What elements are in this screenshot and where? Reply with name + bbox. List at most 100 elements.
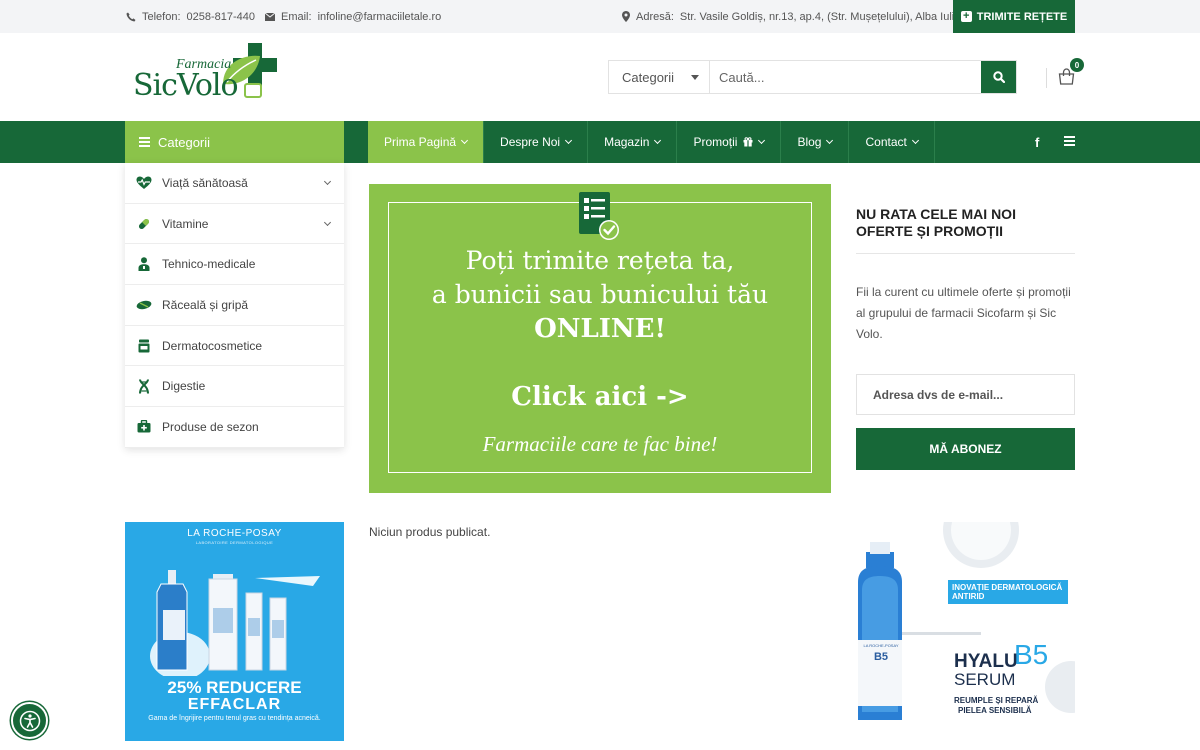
cart-button[interactable]: 0 — [1046, 58, 1086, 94]
innovation-tag-line-2: ANTIRID — [952, 592, 985, 601]
list-icon — [139, 137, 150, 147]
chevron-down-icon[interactable] — [323, 177, 332, 186]
main-navigation: Categorii Prima Pagină Despre Noi Magazi… — [0, 121, 1200, 163]
nav-item-contact[interactable]: Contact — [849, 121, 935, 163]
nav-item-home[interactable]: Prima Pagină — [368, 121, 485, 163]
nav-menu: Prima Pagină Despre Noi Magazin Promoții… — [368, 121, 935, 163]
address-label: Adresă: — [636, 10, 674, 23]
category-label: Viață sănătoasă — [162, 175, 248, 190]
newsletter-title: NU RATA CELE MAI NOI OFERTE ȘI PROMOȚII — [856, 206, 1016, 239]
chevron-down-icon — [758, 136, 766, 145]
category-item-cold-flu[interactable]: Răceală și gripă — [125, 285, 344, 326]
category-label: Digestie — [162, 379, 206, 394]
category-item-medical-technical[interactable]: Tehnico-medicale — [125, 244, 344, 286]
accessibility-icon — [19, 710, 40, 731]
accessibility-button[interactable] — [11, 702, 48, 739]
banner-line-3: ONLINE! — [534, 314, 666, 344]
chevron-down-icon — [654, 136, 662, 145]
nav-item-blog[interactable]: Blog — [781, 121, 850, 163]
newsletter-email-input[interactable] — [856, 374, 1075, 415]
banner-tagline: Farmaciile care te fac bine! — [482, 432, 718, 456]
search-category-select[interactable]: Categorii — [609, 61, 710, 93]
category-label: Vitamine — [162, 216, 209, 231]
category-label: Produse de sezon — [162, 419, 259, 434]
nav-item-about[interactable]: Despre Noi — [484, 121, 589, 163]
email-info[interactable]: Email: infoline@farmaciiletale.ro — [265, 0, 441, 33]
phone-icon — [126, 12, 136, 21]
chevron-down-icon — [461, 136, 469, 145]
search-input[interactable] — [710, 61, 981, 93]
chevron-down-icon — [565, 136, 573, 145]
banner-line-1: Poți trimite rețeta ta, — [465, 246, 735, 275]
doctor-icon — [136, 256, 152, 272]
plus-square-icon: + — [960, 11, 972, 22]
phone-info[interactable]: Telefon: 0258-817-440 — [126, 0, 255, 33]
pill-icon — [136, 216, 152, 232]
category-label: Răceală și gripă — [162, 297, 249, 312]
site-logo[interactable]: Farmacia SicVolo — [130, 40, 290, 110]
categories-toggle[interactable]: Categorii — [125, 121, 344, 163]
nav-item-promotions[interactable]: Promoții — [677, 121, 782, 163]
category-item-digestion[interactable]: Digestie — [125, 366, 344, 408]
prescription-document-icon — [579, 192, 619, 240]
dna-icon — [136, 378, 152, 394]
category-item-dermocosmetics[interactable]: Dermatocosmetice — [125, 326, 344, 367]
email-label: Email: — [281, 10, 312, 23]
products-empty-text: Niciun produs publicat. — [369, 525, 491, 539]
ad-brand: LA ROCHE-POSAY — [187, 528, 282, 539]
effaclar-promo-banner[interactable]: LA ROCHE-POSAY LABORATOIRE DERMATOLOGIQU… — [125, 522, 344, 741]
send-prescription-label: TRIMITE REȚETE — [976, 10, 1068, 23]
category-item-healthy-life[interactable]: Viață sănătoasă — [125, 163, 344, 204]
nav-item-label: Contact — [865, 135, 907, 149]
ad-brand-sub: LABORATOIRE DERMATOLOGIQUE — [195, 540, 274, 545]
address-info: Adresă: Str. Vasile Goldiș, nr.13, ap.4,… — [622, 0, 960, 33]
jar-icon — [136, 338, 152, 354]
facebook-icon[interactable]: f — [1035, 121, 1039, 163]
nav-item-label: Promoții — [693, 135, 738, 149]
categories-toggle-label: Categorii — [158, 134, 211, 150]
newsletter-divider — [856, 253, 1075, 254]
category-label: Dermatocosmetice — [162, 338, 263, 353]
innovation-tag: INOVAȚIE DERMATOLOGICĂ ANTIRID — [948, 580, 1068, 604]
nav-item-label: Blog — [797, 135, 822, 149]
chevron-down-icon — [911, 136, 919, 145]
heartbeat-icon — [136, 175, 152, 191]
map-marker-icon — [622, 11, 630, 22]
nav-item-label: Despre Noi — [500, 135, 561, 149]
hyalu-b5-promo-banner[interactable]: LA ROCHE-POSAY B5 INOVAȚIE DERMATOLOGICĂ… — [856, 522, 1075, 723]
send-prescription-banner[interactable]: Poți trimite rețeta ta, a bunicii sau bu… — [369, 184, 831, 493]
nav-item-label: Prima Pagină — [384, 135, 457, 149]
newsletter-description: Fii la curent cu ultimele oferte și prom… — [856, 285, 1071, 341]
nav-item-shop[interactable]: Magazin — [588, 121, 678, 163]
caret-down-icon — [691, 74, 699, 80]
ad-discount: 25% REDUCERE — [167, 678, 302, 697]
bottle-name: B5 — [873, 651, 889, 663]
send-prescription-button[interactable]: + TRIMITE REȚETE — [953, 0, 1075, 33]
category-label: Tehnico-medicale — [162, 257, 256, 272]
cart-separator — [1046, 68, 1047, 88]
product-name-serum: SERUM — [954, 670, 1016, 689]
product-claim-2: PIELEA SENSIBILĂ — [958, 706, 1032, 715]
product-bottles-image — [150, 570, 320, 676]
category-item-vitamins[interactable]: Vitamine — [125, 204, 344, 245]
address-text: Str. Vasile Goldiș, nr.13, ap.4, (Str. M… — [679, 10, 961, 23]
envelope-icon — [265, 12, 275, 21]
email-address[interactable]: infoline@farmaciiletale.ro — [318, 11, 442, 23]
phone-label: Telefon: — [142, 10, 181, 23]
banner-cta[interactable]: Click aici -> — [369, 382, 831, 412]
medkit-icon — [136, 419, 152, 435]
menu-icon[interactable] — [1064, 136, 1075, 146]
search-category-label: Categorii — [622, 69, 675, 85]
chevron-down-icon — [826, 136, 834, 145]
subscribe-button[interactable]: MĂ ABONEZ — [856, 428, 1075, 470]
product-name-b5: B5 — [1014, 639, 1049, 670]
serum-image — [858, 522, 1075, 720]
search-button[interactable] — [981, 61, 1016, 93]
logo-brand-text: SicVolo — [133, 68, 239, 103]
gift-icon — [743, 137, 753, 147]
capsules-icon — [136, 297, 152, 313]
cart-count-badge: 0 — [1070, 58, 1084, 72]
chevron-down-icon[interactable] — [323, 218, 332, 226]
category-item-seasonal[interactable]: Produse de sezon — [125, 407, 344, 448]
phone-number[interactable]: 0258-817-440 — [187, 11, 256, 23]
